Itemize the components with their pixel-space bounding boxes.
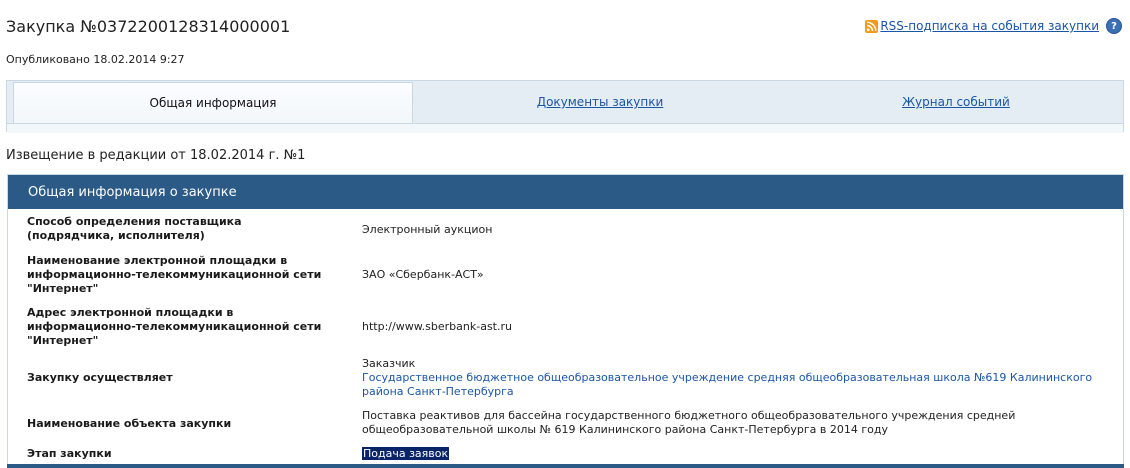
row-label: Закупку осуществляет (27, 371, 173, 384)
row-label: Этап закупки (27, 447, 112, 460)
row-value: Поставка реактивов для бассейна государс… (362, 409, 1016, 436)
row-label: Способ определения поставщика (подрядчик… (27, 215, 242, 242)
tab-general-info[interactable]: Общая информация (13, 82, 413, 123)
row-label: Адрес электронной площадки в информацион… (27, 306, 322, 347)
section-bottom-bar (7, 464, 1124, 468)
rss-icon[interactable] (865, 19, 879, 33)
help-icon[interactable]: ? (1106, 18, 1122, 34)
row-label: Наименование объекта закупки (27, 417, 232, 430)
section-header: Общая информация о закупке (8, 175, 1123, 209)
tab-documents[interactable]: Документы закупки (413, 81, 787, 123)
row-value: Подача заявок (362, 447, 1103, 461)
section-title: Общая информация о закупке (28, 184, 237, 200)
tab-bar-bottom (7, 123, 1123, 133)
tab-event-journal[interactable]: Журнал событий (787, 81, 1125, 123)
tab-documents-label[interactable]: Документы закупки (537, 95, 664, 109)
stage-value: Подача заявок (362, 447, 450, 460)
tab-general-info-label: Общая информация (149, 96, 277, 110)
rss-subscription: RSS-подписка на события закупки ? (865, 18, 1122, 34)
tab-bar: Общая информация Документы закупки Журна… (6, 80, 1125, 133)
general-info-section: Общая информация о закупке Способ опреде… (7, 174, 1124, 468)
page-title: Закупка №0372200128314000001 (6, 17, 291, 36)
published-date: Опубликовано 18.02.2014 9:27 (6, 53, 185, 66)
rss-subscription-link[interactable]: RSS-подписка на события закупки (880, 19, 1099, 33)
purchaser-role: Заказчик (362, 357, 416, 370)
tab-event-journal-label[interactable]: Журнал событий (902, 95, 1010, 109)
row-value: ЗАО «Сбербанк-АСТ» (362, 268, 484, 281)
notice-edition: Извещение в редакции от 18.02.2014 г. №1 (6, 148, 306, 163)
purchaser-link[interactable]: Государственное бюджетное общеобразовате… (362, 371, 1103, 399)
row-label: Наименование электронной площадки в инфо… (27, 254, 322, 295)
row-value: Электронный аукцион (362, 223, 493, 236)
row-value: Заказчик Государственное бюджетное общео… (362, 357, 1103, 399)
row-value: http://www.sberbank-ast.ru (362, 320, 512, 333)
